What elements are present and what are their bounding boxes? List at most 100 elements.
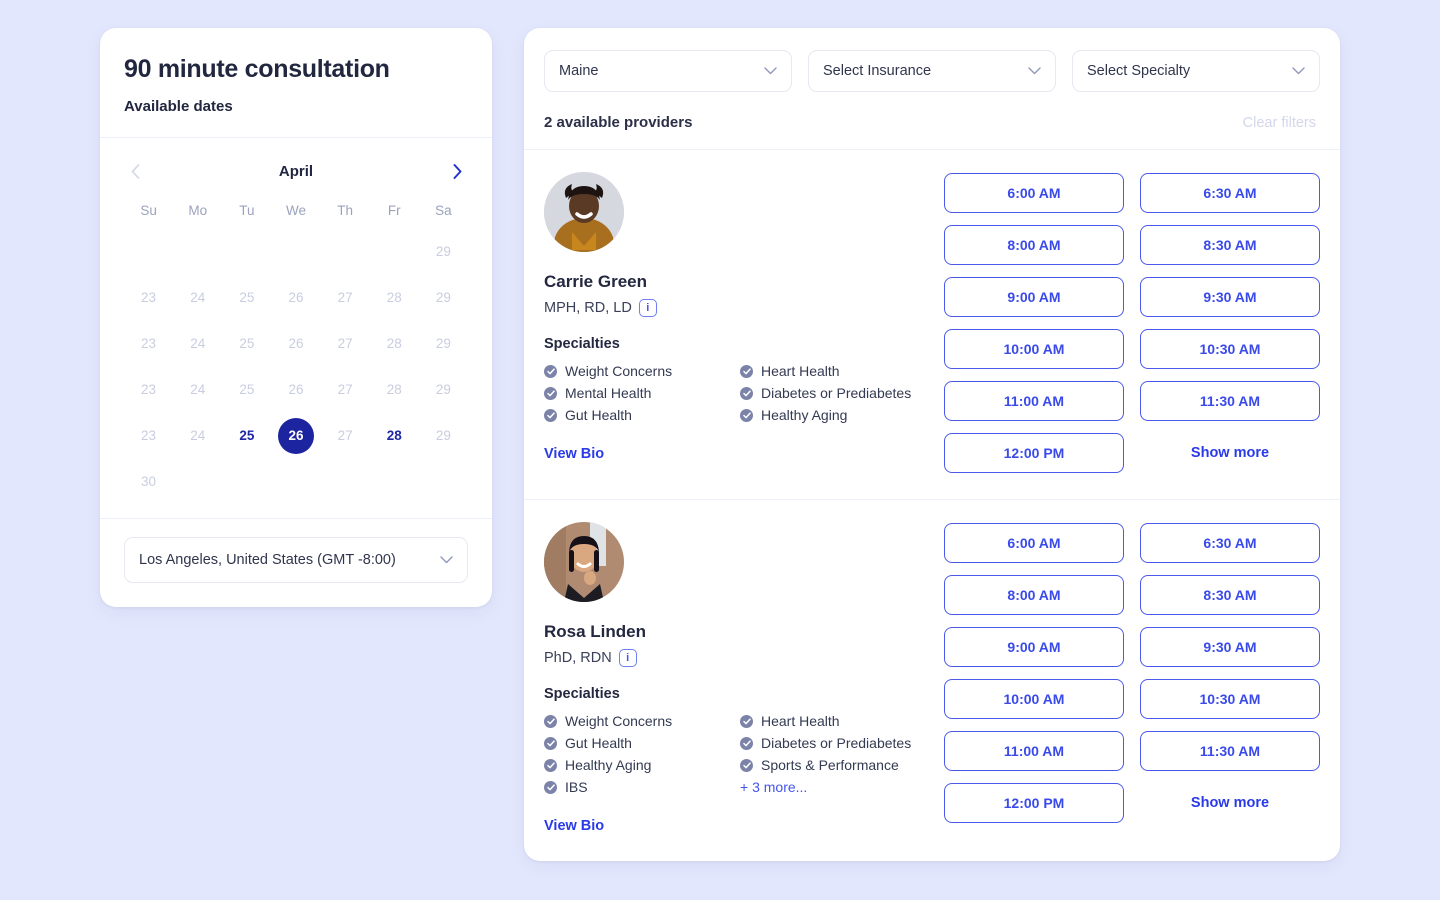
calendar-day-label: 23	[141, 290, 157, 305]
provider-timeslots: 6:00 AM 6:30 AM 8:00 AM 8:30 AM 9:00 AM 9:30 …	[944, 164, 1320, 473]
calendar-day-empty	[370, 234, 419, 270]
specialty-item: Mental Health	[544, 385, 740, 401]
provider-info: Carrie Green MPH, RD, LD i Specialties Weigh…	[544, 164, 944, 473]
timeslot-button[interactable]: 10:00 AM	[944, 679, 1124, 719]
check-circle-icon	[740, 758, 753, 772]
calendar-day-label: 26	[288, 336, 304, 351]
specialty-label: Diabetes or Prediabetes	[761, 385, 912, 401]
clear-filters-button[interactable]: Clear filters	[1243, 115, 1316, 131]
calendar-day: 29	[419, 234, 468, 270]
timeslot-button[interactable]: 11:00 AM	[944, 381, 1124, 421]
timeslot-button[interactable]: 12:00 PM	[944, 783, 1124, 823]
calendar-day-label: 26	[288, 382, 304, 397]
provider-timeslots: 6:00 AM 6:30 AM 8:00 AM 8:30 AM 9:00 AM 9:30 …	[944, 514, 1320, 835]
timeslot-button[interactable]: 12:00 PM	[944, 433, 1124, 473]
timeslot-button[interactable]: 11:00 AM	[944, 731, 1124, 771]
specialties-heading: Specialties	[544, 686, 620, 702]
provider-credentials: PhD, RDN i	[544, 649, 944, 667]
calendar-day: 23	[124, 418, 173, 454]
calendar-day: 27	[321, 372, 370, 408]
more-specialties-link[interactable]: + 3 more...	[740, 779, 944, 795]
calendar-day-label: 27	[337, 382, 353, 397]
view-bio-link[interactable]: View Bio	[544, 446, 604, 462]
providers-list: Carrie Green MPH, RD, LD i Specialties Weigh…	[524, 149, 1340, 861]
timeslot-button[interactable]: 8:30 AM	[1140, 575, 1320, 615]
specialty-label: IBS	[565, 779, 588, 795]
calendar-day: 23	[124, 372, 173, 408]
calendar-day-label: 26	[288, 428, 304, 443]
specialty-item: Heart Health	[740, 363, 944, 379]
calendar-day-empty	[173, 234, 222, 270]
info-icon[interactable]: i	[618, 649, 637, 667]
calendar-day-empty	[222, 234, 271, 270]
calendar-day-label: 30	[141, 474, 157, 489]
provider-credentials-text: MPH, RD, LD	[544, 300, 632, 316]
calendar-weekday-fr: Fr	[387, 203, 401, 218]
date-picker-panel: 90 minute consultation Available dates A…	[100, 28, 492, 607]
specialty-label: Weight Concerns	[565, 713, 673, 729]
timeslot-button[interactable]: 9:30 AM	[1140, 277, 1320, 317]
view-bio-link[interactable]: View Bio	[544, 818, 604, 834]
timeslot-button[interactable]: 6:00 AM	[944, 523, 1124, 563]
check-circle-icon	[740, 714, 753, 728]
timeslot-button[interactable]: 10:30 AM	[1140, 679, 1320, 719]
insurance-filter-select[interactable]: Select Insurance	[808, 50, 1056, 92]
calendar-day-label: 27	[337, 290, 353, 305]
specialty-item: Diabetes or Prediabetes	[740, 385, 944, 401]
calendar-day-empty	[370, 464, 419, 500]
timeslot-button[interactable]: 6:30 AM	[1140, 173, 1320, 213]
calendar-day-label: 25	[239, 382, 255, 397]
calendar-nav: April	[124, 154, 468, 188]
calendar-day: 30	[124, 464, 173, 500]
provider-card: Rosa Linden PhD, RDN i Specialties Weight Co…	[524, 499, 1340, 861]
timeslot-button[interactable]: 6:30 AM	[1140, 523, 1320, 563]
check-circle-icon	[740, 364, 753, 378]
timeslot-button[interactable]: 8:00 AM	[944, 225, 1124, 265]
calendar-day-empty	[173, 464, 222, 500]
calendar-day-label: 23	[141, 382, 157, 397]
timeslot-button[interactable]: 10:30 AM	[1140, 329, 1320, 369]
available-dates-label: Available dates	[124, 98, 233, 115]
timeslot-button[interactable]: 8:30 AM	[1140, 225, 1320, 265]
calendar-grid: Su Mo Tu We Th Fr Sa 29 23 24 25 26 27 28 29 23 24 25 26 27…	[124, 198, 468, 500]
info-icon[interactable]: i	[638, 299, 657, 317]
timeslot-button[interactable]: 9:00 AM	[944, 277, 1124, 317]
calendar-day-label: 29	[435, 290, 451, 305]
chevron-left-icon[interactable]	[124, 160, 146, 182]
specialties-heading: Specialties	[544, 336, 620, 352]
provider-credentials-text: PhD, RDN	[544, 650, 612, 666]
specialty-label: Gut Health	[565, 735, 632, 751]
timeslot-button[interactable]: 8:00 AM	[944, 575, 1124, 615]
calendar-day: 23	[124, 280, 173, 316]
check-circle-icon	[544, 364, 557, 378]
calendar-day[interactable]: 26	[271, 418, 320, 454]
calendar-day[interactable]: 25	[222, 418, 271, 454]
timezone-select[interactable]: Los Angeles, United States (GMT -8:00)	[124, 537, 468, 583]
provider-credentials: MPH, RD, LD i	[544, 299, 944, 317]
state-filter-select[interactable]: Maine	[544, 50, 792, 92]
calendar-day-label: 24	[190, 290, 206, 305]
specialty-item: Diabetes or Prediabetes	[740, 735, 944, 751]
timeslot-grid: 6:00 AM 6:30 AM 8:00 AM 8:30 AM 9:00 AM 9:30 …	[944, 523, 1320, 823]
calendar-weekday-th: Th	[337, 203, 354, 218]
calendar-day: 29	[419, 418, 468, 454]
timeslot-button[interactable]: 6:00 AM	[944, 173, 1124, 213]
show-more-button[interactable]: Show more	[1140, 783, 1320, 823]
timeslot-button[interactable]: 10:00 AM	[944, 329, 1124, 369]
specialty-label: Weight Concerns	[565, 363, 673, 379]
timeslot-button[interactable]: 9:30 AM	[1140, 627, 1320, 667]
specialty-label: Diabetes or Prediabetes	[761, 735, 912, 751]
specialty-item: Healthy Aging	[740, 407, 944, 423]
specialty-filter-select[interactable]: Select Specialty	[1072, 50, 1320, 92]
calendar-day[interactable]: 28	[370, 418, 419, 454]
calendar-day-empty	[271, 234, 320, 270]
check-circle-icon	[740, 736, 753, 750]
timeslot-button[interactable]: 11:30 AM	[1140, 381, 1320, 421]
show-more-button[interactable]: Show more	[1140, 433, 1320, 473]
timeslot-grid: 6:00 AM 6:30 AM 8:00 AM 8:30 AM 9:00 AM 9:30 …	[944, 173, 1320, 473]
timeslot-button[interactable]: 11:30 AM	[1140, 731, 1320, 771]
specialty-item: Sports & Performance	[740, 757, 944, 773]
chevron-right-icon[interactable]	[446, 160, 468, 182]
timeslot-button[interactable]: 9:00 AM	[944, 627, 1124, 667]
calendar-day: 29	[419, 326, 468, 362]
